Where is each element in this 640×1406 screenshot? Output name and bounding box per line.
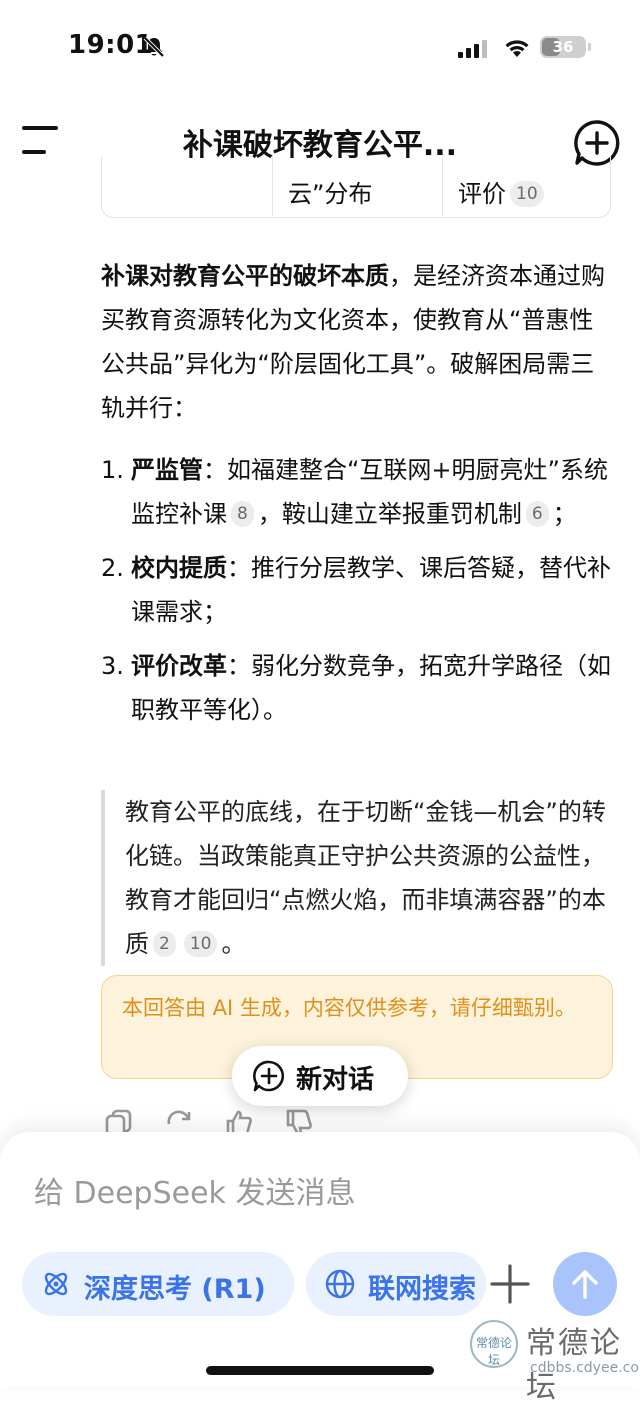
new-chat-label: 新对话 xyxy=(296,1065,375,1095)
thumbs-up-icon[interactable] xyxy=(224,1108,254,1134)
citation-badge[interactable]: 6 xyxy=(525,501,549,527)
table-cell: 云”分布 xyxy=(288,180,373,208)
table-tail: 云”分布 评价 10 xyxy=(101,156,611,218)
citation-badge[interactable]: 10 xyxy=(510,181,544,207)
table-cell: 评价 10 xyxy=(458,174,548,209)
cellular-signal-icon xyxy=(458,40,487,58)
table-cell-text: 评价 xyxy=(458,180,506,208)
message-input[interactable]: 给 DeepSeek 发送消息 xyxy=(34,1168,355,1212)
citation-badge[interactable]: 10 xyxy=(183,931,218,957)
bell-off-icon xyxy=(143,36,165,58)
list-item-text: ； xyxy=(552,500,577,528)
battery-indicator: 36 xyxy=(540,36,591,58)
plus-icon xyxy=(490,1264,530,1304)
send-button[interactable] xyxy=(553,1252,617,1316)
list-item-text: ，鞍山建立举报重罚机制 xyxy=(257,500,522,528)
regenerate-icon[interactable] xyxy=(164,1108,194,1134)
list-item: 3. 评价改革：弱化分数竞争，拓宽升学路径（如职教平等化）。 xyxy=(101,644,611,732)
watermark-url: cdbbs.cdyee.com xyxy=(530,1360,640,1376)
list-number: 1. xyxy=(101,456,124,484)
quote-end: 。 xyxy=(221,930,246,958)
forum-watermark: 常德论坛 常德论坛 cdbbs.cdyee.com xyxy=(470,1318,640,1405)
status-time: 19:01 xyxy=(68,30,154,60)
status-bar: 19:01 36 xyxy=(0,0,640,96)
web-search-label: 联网搜索 xyxy=(368,1274,476,1305)
new-chat-icon xyxy=(253,1060,285,1092)
battery-level: 36 xyxy=(552,38,574,56)
list-item-title: 校内提质 xyxy=(131,554,227,582)
answer-summary: 补课对教育公平的破坏本质，是经济资本通过购买教育资源转化为文化资本，使教育从“普… xyxy=(101,254,611,430)
new-chat-floating-button[interactable]: 新对话 xyxy=(232,1046,408,1106)
arrow-up-icon xyxy=(572,1270,598,1299)
home-indicator xyxy=(206,1366,434,1375)
forum-logo: 常德论坛 xyxy=(470,1320,518,1368)
message-actions xyxy=(104,1108,344,1134)
web-search-toggle[interactable]: 联网搜索 xyxy=(306,1252,486,1316)
attach-button[interactable] xyxy=(486,1254,534,1314)
citation-badge[interactable]: 8 xyxy=(231,501,254,527)
citation-badge[interactable]: 2 xyxy=(153,931,176,957)
globe-icon xyxy=(325,1269,355,1299)
atom-icon xyxy=(44,1272,68,1296)
strategy-list: 1. 严监管：如福建整合“互联网+明厨亮灶”系统监控补课 8 ，鞍山建立举报重罚机制 6… xyxy=(101,448,611,742)
list-item-title: 评价改革 xyxy=(131,652,227,680)
list-item-title: 严监管 xyxy=(131,456,203,484)
wifi-icon xyxy=(505,40,529,57)
copy-icon[interactable] xyxy=(104,1108,134,1134)
menu-icon[interactable] xyxy=(22,124,62,158)
list-number: 2. xyxy=(101,554,124,582)
thumbs-down-icon[interactable] xyxy=(284,1108,314,1134)
deep-think-label: 深度思考 (R1) xyxy=(84,1274,266,1305)
deep-think-toggle[interactable]: 深度思考 (R1) xyxy=(22,1252,294,1316)
forum-logo-text: 常德论坛 xyxy=(475,1336,512,1367)
summary-bold: 补课对教育公平的破坏本质 xyxy=(101,262,389,290)
conclusion-quote: 教育公平的底线，在于切断“金钱—机会”的转化链。当政策能真正守护公共资源的公益性… xyxy=(101,790,611,966)
list-number: 3. xyxy=(101,652,124,680)
list-item: 1. 严监管：如福建整合“互联网+明厨亮灶”系统监控补课 8 ，鞍山建立举报重罚机制 6… xyxy=(101,448,611,536)
list-item: 2. 校内提质：推行分层教学、课后答疑，替代补课需求； xyxy=(101,546,611,634)
